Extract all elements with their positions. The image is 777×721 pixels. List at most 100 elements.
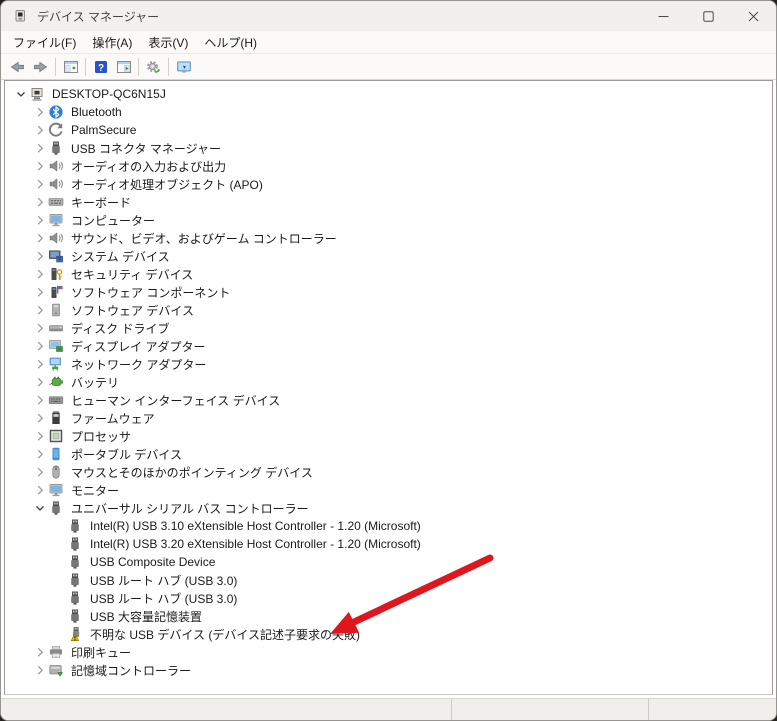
chevron-collapsed-icon[interactable] — [32, 140, 48, 156]
tree-item[interactable]: モニター — [5, 481, 772, 499]
tree-item[interactable]: キーボード — [5, 193, 772, 211]
chevron-collapsed-icon[interactable] — [32, 662, 48, 678]
chevron-collapsed-icon[interactable] — [32, 266, 48, 282]
close-button[interactable] — [731, 1, 776, 31]
tree-item[interactable]: セキュリティ デバイス — [5, 265, 772, 283]
toolbar: ? — [1, 54, 776, 80]
chevron-collapsed-icon[interactable] — [32, 248, 48, 264]
chevron-collapsed-icon[interactable] — [32, 464, 48, 480]
usb-icon — [67, 536, 83, 552]
portable-icon — [48, 446, 64, 462]
toolbar-separator — [168, 57, 169, 76]
tree-item[interactable]: USB ルート ハブ (USB 3.0) — [5, 571, 772, 589]
tree-item-label: コンピューター — [71, 213, 156, 228]
chevron-expanded-icon[interactable] — [13, 86, 29, 102]
tree-item[interactable]: DESKTOP-QC6N15J — [5, 85, 772, 103]
tree-item[interactable]: Intel(R) USB 3.20 eXtensible Host Contro… — [5, 535, 772, 553]
svg-text:?: ? — [97, 63, 103, 74]
device-manager-app-icon — [12, 8, 28, 24]
menu-item-3[interactable]: ヘルプ(H) — [196, 31, 265, 54]
display-icon — [48, 338, 64, 354]
usb-icon — [67, 518, 83, 534]
network-icon — [48, 356, 64, 372]
tree-item[interactable]: ポータブル デバイス — [5, 445, 772, 463]
chevron-collapsed-icon[interactable] — [32, 644, 48, 660]
printer-icon — [48, 644, 64, 660]
chevron-collapsed-icon[interactable] — [32, 356, 48, 372]
tree-item[interactable]: PalmSecure — [5, 121, 772, 139]
tree-item[interactable]: ディスプレイ アダプター — [5, 337, 772, 355]
chevron-collapsed-icon[interactable] — [32, 212, 48, 228]
chevron-collapsed-icon[interactable] — [32, 446, 48, 462]
tree-item[interactable]: オーディオ処理オブジェクト (APO) — [5, 175, 772, 193]
chevron-collapsed-icon[interactable] — [32, 482, 48, 498]
tree-item[interactable]: 記憶域コントローラー — [5, 661, 772, 679]
forward-icon[interactable] — [29, 56, 52, 78]
keyboard-icon — [48, 194, 64, 210]
devices-view-icon[interactable] — [172, 56, 195, 78]
scan-hardware-icon[interactable] — [142, 56, 165, 78]
tree-item-label: ディスク ドライブ — [71, 321, 170, 336]
help-icon[interactable]: ? — [89, 56, 112, 78]
tree-item[interactable]: ディスク ドライブ — [5, 319, 772, 337]
menubar: ファイル(F) 操作(A) 表示(V) ヘルプ(H) — [1, 31, 776, 54]
chevron-collapsed-icon[interactable] — [32, 230, 48, 246]
tree-item[interactable]: ソフトウェア コンポーネント — [5, 283, 772, 301]
monitor-icon — [48, 212, 64, 228]
tree-item[interactable]: Bluetooth — [5, 103, 772, 121]
device-tree: DESKTOP-QC6N15J Bluetooth PalmSecure USB コネ… — [4, 80, 773, 695]
menu-item-2[interactable]: 表示(V) — [140, 31, 196, 54]
chevron-collapsed-icon[interactable] — [32, 428, 48, 444]
tree-item[interactable]: バッテリ — [5, 373, 772, 391]
tree-item[interactable]: プロセッサ — [5, 427, 772, 445]
tree-item-label: 記憶域コントローラー — [71, 663, 192, 678]
tree-item[interactable]: ユニバーサル シリアル バス コントローラー — [5, 499, 772, 517]
tree-item[interactable]: マウスとそのほかのポインティング デバイス — [5, 463, 772, 481]
chevron-collapsed-icon[interactable] — [32, 158, 48, 174]
console-tree-icon[interactable] — [59, 56, 82, 78]
tree-item[interactable]: システム デバイス — [5, 247, 772, 265]
tree-item[interactable]: USB 大容量記憶装置 — [5, 607, 772, 625]
chevron-collapsed-icon[interactable] — [32, 284, 48, 300]
tree-item[interactable]: オーディオの入力および出力 — [5, 157, 772, 175]
chevron-collapsed-icon[interactable] — [32, 104, 48, 120]
chevron-expanded-icon[interactable] — [32, 500, 48, 516]
chevron-collapsed-icon[interactable] — [32, 392, 48, 408]
tree-item[interactable]: ファームウェア — [5, 409, 772, 427]
tree-item-label: DESKTOP-QC6N15J — [52, 87, 166, 101]
tree-item[interactable]: 印刷キュー — [5, 643, 772, 661]
chevron-collapsed-icon[interactable] — [32, 122, 48, 138]
tree-item[interactable]: USB Composite Device — [5, 553, 772, 571]
chevron-collapsed-icon[interactable] — [32, 320, 48, 336]
tree-item-label: ソフトウェア コンポーネント — [71, 285, 231, 300]
tree-item[interactable]: サウンド、ビデオ、およびゲーム コントローラー — [5, 229, 772, 247]
chevron-collapsed-icon[interactable] — [32, 302, 48, 318]
chevron-collapsed-icon[interactable] — [32, 194, 48, 210]
tree-item[interactable]: ヒューマン インターフェイス デバイス — [5, 391, 772, 409]
tree-item-label: USB Composite Device — [90, 555, 216, 569]
tree-item[interactable]: コンピューター — [5, 211, 772, 229]
tree-item[interactable]: ネットワーク アダプター — [5, 355, 772, 373]
chevron-collapsed-icon[interactable] — [32, 338, 48, 354]
chevron-collapsed-icon[interactable] — [32, 410, 48, 426]
menu-item-0[interactable]: ファイル(F) — [5, 31, 84, 54]
tree-item[interactable]: 不明な USB デバイス (デバイス記述子要求の失敗) — [5, 625, 772, 643]
tree-item[interactable]: Intel(R) USB 3.10 eXtensible Host Contro… — [5, 517, 772, 535]
back-icon[interactable] — [6, 56, 29, 78]
action-pane-icon[interactable] — [112, 56, 135, 78]
tree-item[interactable]: USB コネクタ マネージャー — [5, 139, 772, 157]
tree-item-label: Bluetooth — [71, 105, 122, 119]
toolbar-separator — [138, 57, 139, 76]
system-icon — [48, 248, 64, 264]
chevron-collapsed-icon[interactable] — [32, 176, 48, 192]
tree-item[interactable]: USB ルート ハブ (USB 3.0) — [5, 589, 772, 607]
audio-icon — [48, 158, 64, 174]
menu-item-1[interactable]: 操作(A) — [84, 31, 140, 54]
chevron-collapsed-icon[interactable] — [32, 374, 48, 390]
tree-item-label: ディスプレイ アダプター — [71, 339, 206, 354]
minimize-button[interactable] — [641, 1, 686, 31]
tree-item[interactable]: ソフトウェア デバイス — [5, 301, 772, 319]
maximize-button[interactable] — [686, 1, 731, 31]
